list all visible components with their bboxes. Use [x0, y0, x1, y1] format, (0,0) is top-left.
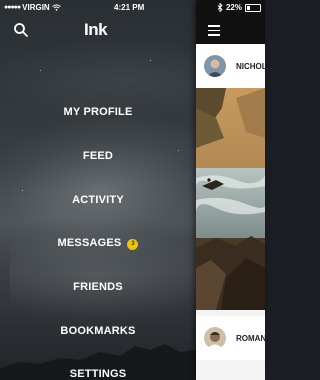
carrier-name: VIRGIN — [22, 3, 50, 12]
menu-item-my-profile[interactable]: MY PROFILE — [0, 106, 196, 118]
menu-item-label: MESSAGES — [57, 237, 122, 249]
post-author-name[interactable]: NICHOL — [236, 62, 267, 71]
hamburger-menu-icon[interactable] — [208, 25, 220, 36]
wifi-icon — [51, 4, 61, 11]
avatar[interactable] — [204, 327, 226, 349]
status-bar: ●●●●● VIRGIN 4:21 PM 22% — [0, 0, 265, 16]
post-author-name[interactable]: ROMAN — [236, 334, 266, 343]
background-star — [150, 60, 151, 61]
background-star — [22, 190, 23, 191]
background-star — [40, 70, 41, 71]
navigation-drawer: Ink MY PROFILE FEED ACTIVITY MESSAGES 3 F… — [0, 0, 196, 380]
menu-item-activity[interactable]: ACTIVITY — [0, 194, 196, 206]
menu-item-bookmarks[interactable]: BOOKMARKS — [0, 325, 196, 337]
menu-item-label: BOOKMARKS — [60, 325, 136, 337]
avatar[interactable] — [204, 55, 226, 77]
app-logo: Ink — [84, 20, 108, 39]
menu-item-label: FEED — [82, 150, 114, 162]
menu-item-messages[interactable]: MESSAGES 3 — [0, 237, 196, 250]
signal-strength-icon: ●●●●● — [4, 4, 21, 11]
menu-item-label: ACTIVITY — [72, 194, 124, 206]
battery-percent: 22% — [225, 3, 242, 12]
status-right: 22% — [217, 3, 261, 12]
menu-item-label: FRIENDS — [73, 281, 123, 293]
menu-item-friends[interactable]: FRIENDS — [0, 281, 196, 293]
menu-item-label: MY PROFILE — [63, 106, 133, 118]
status-time: 4:21 PM — [114, 3, 145, 12]
feed-panel: NICHOL ROMAN — [196, 0, 267, 380]
menu-item-feed[interactable]: FEED — [0, 150, 196, 162]
unread-count-badge: 3 — [127, 239, 139, 250]
battery-icon — [245, 3, 261, 12]
search-icon[interactable] — [13, 22, 29, 38]
post-photo[interactable] — [196, 88, 265, 310]
menu-item-label: SETTINGS — [69, 368, 127, 380]
bluetooth-icon — [217, 3, 223, 12]
carrier-info: ●●●●● VIRGIN — [4, 3, 61, 12]
menu-item-settings[interactable]: SETTINGS — [0, 368, 196, 380]
post-header[interactable]: ROMAN — [196, 316, 266, 360]
post-header[interactable]: NICHOL — [196, 44, 267, 88]
